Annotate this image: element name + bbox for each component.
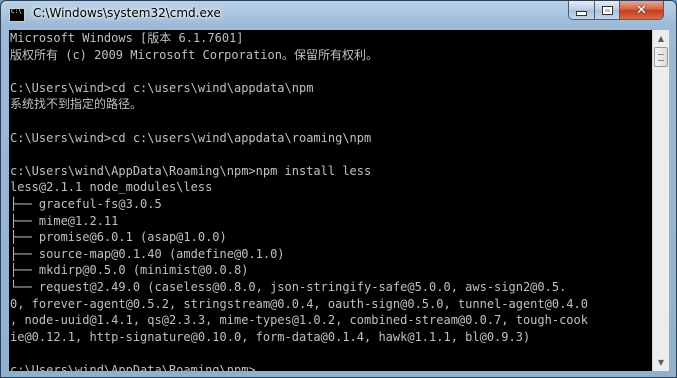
cmd-console-icon[interactable] [9,8,25,22]
console-line: └── request@2.49.0 (caseless@0.8.0, json… [10,279,567,294]
console-line: , node-uuid@1.4.1, qs@2.3.3, mime-types@… [10,313,588,328]
console-line: Microsoft Windows [版本 6.1.7601] [10,31,244,45]
console-line: ├── mime@1.2.11 [10,213,119,228]
vertical-scrollbar[interactable]: ▲ ▼ [652,30,669,371]
console-line: C:\Users\wind>cd c:\users\wind\appdata\r… [10,130,372,145]
minimize-button[interactable] [568,1,595,20]
close-icon: ✕ [636,2,647,18]
maximize-icon [602,6,612,14]
console-line: c:\Users\wind\AppData\Roaming\npm>npm in… [10,163,372,178]
console-line: C:\Users\wind>cd c:\users\wind\appdata\n… [10,80,314,95]
console-line: ├── graceful-fs@3.0.5 [10,196,162,211]
console-output[interactable]: Microsoft Windows [版本 6.1.7601] 版权所有 (c)… [9,30,652,371]
console-line: ├── mkdirp@0.5.0 (minimist@0.0.8) [10,263,249,278]
title-bar[interactable]: C:\Windows\system32\cmd.exe ✕ [1,1,676,30]
console-line: ie@0.12.1, http-signature@0.10.0, form-d… [10,329,531,344]
console-prompt: c:\Users\wind\AppData\Roaming\npm> [10,362,256,371]
scroll-up-arrow-icon[interactable]: ▲ [653,30,669,47]
minimize-icon [576,10,587,16]
console-line: 系统找不到指定的路径。 [10,97,143,112]
console-line: less@2.1.1 node_modules\less [10,180,213,195]
scroll-down-arrow-icon[interactable]: ▼ [653,354,669,371]
window-title: C:\Windows\system32\cmd.exe [33,6,221,20]
maximize-button[interactable] [594,1,620,20]
console-line: 版权所有 (c) 2009 Microsoft Corporation。保留所有… [10,47,378,62]
console-line: ├── source-map@0.1.40 (amdefine@0.1.0) [10,246,285,261]
close-button[interactable]: ✕ [619,1,664,20]
cmd-window: C:\Windows\system32\cmd.exe ✕ Microsoft … [0,0,677,378]
console-line: 0, forever-agent@0.5.2, stringstream@0.0… [10,296,588,311]
console-line: ├── promise@6.0.1 (asap@1.0.0) [10,230,227,245]
scroll-thumb[interactable] [654,47,668,67]
